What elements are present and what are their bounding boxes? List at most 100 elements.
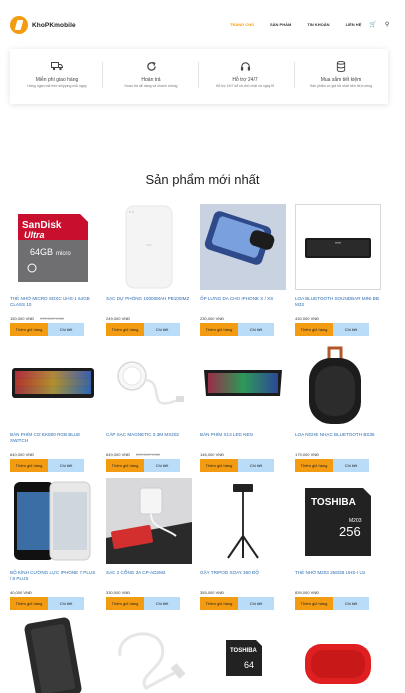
service-desc: Hoàn trả dễ dàng và nhanh chóng <box>124 84 178 88</box>
add-to-cart-button[interactable]: Thêm giỏ hàng <box>200 459 238 472</box>
svg-text:micro: micro <box>56 251 71 257</box>
service-title: Miễn phí giao hàng <box>35 77 79 83</box>
product-image[interactable] <box>10 612 96 693</box>
product-name[interactable]: THẺ NHỚ MICRO SDXC UHS-1 64GB CLASS 10 <box>10 296 96 308</box>
search-icon[interactable]: ⚲ <box>385 21 389 28</box>
logo[interactable]: KhoPKmobile <box>10 16 76 34</box>
product-name[interactable]: SẠC 2 CỔNG 3A CP-AD2M2 <box>106 570 192 576</box>
product-price: 150,000 VNĐ 170,000 VNĐ <box>10 316 65 321</box>
product-price: 355,000 VNĐ <box>200 590 225 595</box>
add-to-cart-button[interactable]: Thêm giỏ hàng <box>106 459 144 472</box>
product-price: 146,000 VNĐ <box>200 452 225 457</box>
svg-text:TOSHIBA: TOSHIBA <box>311 497 356 508</box>
section-title: Sản phẩm mới nhất <box>145 172 260 187</box>
product-name[interactable]: SẠC DỰ PHÒNG 10000MAH PB100IMZ <box>106 296 192 302</box>
database-icon <box>294 61 388 72</box>
detail-button[interactable]: Chi tiết <box>48 323 84 336</box>
add-to-cart-button[interactable]: Thêm giỏ hàng <box>295 459 333 472</box>
service-desc: Hàng ngàn mã free shipping mỗi ngày <box>27 84 87 88</box>
product-image[interactable] <box>200 204 286 290</box>
main-nav: TRANG CHỦ SẢN PHẨM TIN KHOẢN LIÊN HỆ 🛒 ⚲ <box>230 21 395 28</box>
product-name[interactable]: LOA NGHE NHẠC BLUETOOTH BS35 <box>295 432 381 438</box>
product-image[interactable] <box>106 340 192 426</box>
product-image[interactable] <box>295 340 381 426</box>
add-to-cart-button[interactable]: Thêm giỏ hàng <box>10 459 48 472</box>
old-price: 220,000 VNĐ <box>136 452 161 457</box>
product-name[interactable]: LOA BLUETOOTH SOUNDBAR MINI BB M33 <box>295 296 381 308</box>
nav-account[interactable]: TIN KHOẢN <box>307 22 329 27</box>
product-image[interactable]: SanDisk Ultra 64GB micro <box>10 204 96 290</box>
detail-button[interactable]: Chi tiết <box>238 459 274 472</box>
service-free-shipping: Miễn phí giao hàng Hàng ngàn mã free shi… <box>10 49 104 104</box>
product-price: 430,000 VNĐ <box>295 316 320 321</box>
services-bar: Miễn phí giao hàng Hàng ngàn mã free shi… <box>10 49 388 104</box>
product-name[interactable]: BỘ KÍNH CƯỜNG LỰC IPHONE 7 PLUS / 8 PLUS <box>10 570 96 582</box>
service-savings: Mua sắm tiết kiệm Sản phẩm có giá tốt nh… <box>294 49 388 104</box>
old-price: 170,000 VNĐ <box>40 316 65 321</box>
svg-text:64: 64 <box>244 660 254 670</box>
add-to-cart-button[interactable]: Thêm giỏ hàng <box>106 323 144 336</box>
product-price: 640,000 VNĐ <box>10 452 35 457</box>
service-support: Hỗ trợ 24/7 Hỗ trợ 24/7 kể cả chủ nhật v… <box>198 49 292 104</box>
product-image[interactable]: TOSHIBA M203 256 <box>295 478 381 564</box>
nav-home[interactable]: TRANG CHỦ <box>230 22 254 27</box>
detail-button[interactable]: Chi tiết <box>333 459 369 472</box>
service-title: Hỗ trợ 24/7 <box>232 77 258 83</box>
product-name[interactable]: BÀN PHÍM X13 LED NEN <box>200 432 286 438</box>
product-price: 330,000 VNĐ <box>106 590 131 595</box>
product-price: 839,000 VNĐ <box>295 590 320 595</box>
service-returns: Hoàn trả Hoàn trả dễ dàng và nhanh chóng <box>104 49 198 104</box>
product-image[interactable] <box>295 204 381 290</box>
add-to-cart-button[interactable]: Thêm giỏ hàng <box>106 597 144 610</box>
service-desc: Hỗ trợ 24/7 kể cả chủ nhật và ngày lễ <box>215 84 275 88</box>
detail-button[interactable]: Chi tiết <box>238 597 274 610</box>
product-price: 40,000 VNĐ <box>10 590 32 595</box>
product-name[interactable]: ỐP LƯNG DA CHO IPHONE X / XS <box>200 296 286 302</box>
service-desc: Sản phẩm có giá tốt nhất trên thị trường <box>309 84 373 88</box>
headset-icon <box>198 61 292 72</box>
product-image[interactable] <box>295 612 381 693</box>
nav-contact[interactable]: LIÊN HỆ <box>346 22 362 27</box>
product-name[interactable]: BÀN PHÍM CƠ EK800 RGB BLUE SWITCH <box>10 432 96 444</box>
detail-button[interactable]: Chi tiết <box>144 597 180 610</box>
cart-icon[interactable]: 🛒 <box>369 21 376 28</box>
detail-button[interactable]: Chi tiết <box>144 459 180 472</box>
service-title: Mua sắm tiết kiệm <box>320 77 362 83</box>
add-to-cart-button[interactable]: Thêm giỏ hàng <box>10 597 48 610</box>
product-image[interactable] <box>106 204 192 290</box>
svg-text:64GB: 64GB <box>30 247 53 257</box>
product-name[interactable]: THẺ NHỚ M203 256GB UHS-I U1 <box>295 570 381 576</box>
logo-icon <box>10 16 28 34</box>
detail-button[interactable]: Chi tiết <box>144 323 180 336</box>
divider <box>102 62 103 88</box>
add-to-cart-button[interactable]: Thêm giỏ hàng <box>200 323 238 336</box>
product-name[interactable]: GẬY TRIPOD XOAY 360 ĐỘ <box>200 570 286 576</box>
nav-products[interactable]: SẢN PHẨM <box>270 22 291 27</box>
product-image[interactable] <box>106 478 192 564</box>
detail-button[interactable]: Chi tiết <box>48 459 84 472</box>
logo-text: KhoPKmobile <box>32 21 76 29</box>
detail-button[interactable]: Chi tiết <box>238 323 274 336</box>
add-to-cart-button[interactable]: Thêm giỏ hàng <box>295 323 333 336</box>
product-image[interactable] <box>200 340 286 426</box>
product-image[interactable]: TOSHIBA 64 <box>200 612 286 693</box>
detail-button[interactable]: Chi tiết <box>48 597 84 610</box>
product-image[interactable] <box>10 340 96 426</box>
add-to-cart-button[interactable]: Thêm giỏ hàng <box>295 597 333 610</box>
product-name[interactable]: CÁP SẠC MAGNETIC 0.3M MX202 <box>106 432 192 438</box>
svg-text:256: 256 <box>339 524 361 539</box>
svg-text:TOSHIBA: TOSHIBA <box>230 648 258 654</box>
product-price: 649,000 VNĐ 220,000 VNĐ <box>106 452 161 457</box>
detail-button[interactable]: Chi tiết <box>333 597 369 610</box>
service-title: Hoàn trả <box>141 77 161 83</box>
product-price: 249,000 VNĐ <box>106 316 131 321</box>
add-to-cart-button[interactable]: Thêm giỏ hàng <box>10 323 48 336</box>
product-image[interactable] <box>10 478 96 564</box>
product-price: 179,000 VNĐ <box>295 452 320 457</box>
refresh-icon <box>104 61 198 72</box>
product-image[interactable] <box>106 612 192 693</box>
detail-button[interactable]: Chi tiết <box>333 323 369 336</box>
truck-icon <box>10 61 104 71</box>
product-image[interactable] <box>200 478 286 564</box>
add-to-cart-button[interactable]: Thêm giỏ hàng <box>200 597 238 610</box>
